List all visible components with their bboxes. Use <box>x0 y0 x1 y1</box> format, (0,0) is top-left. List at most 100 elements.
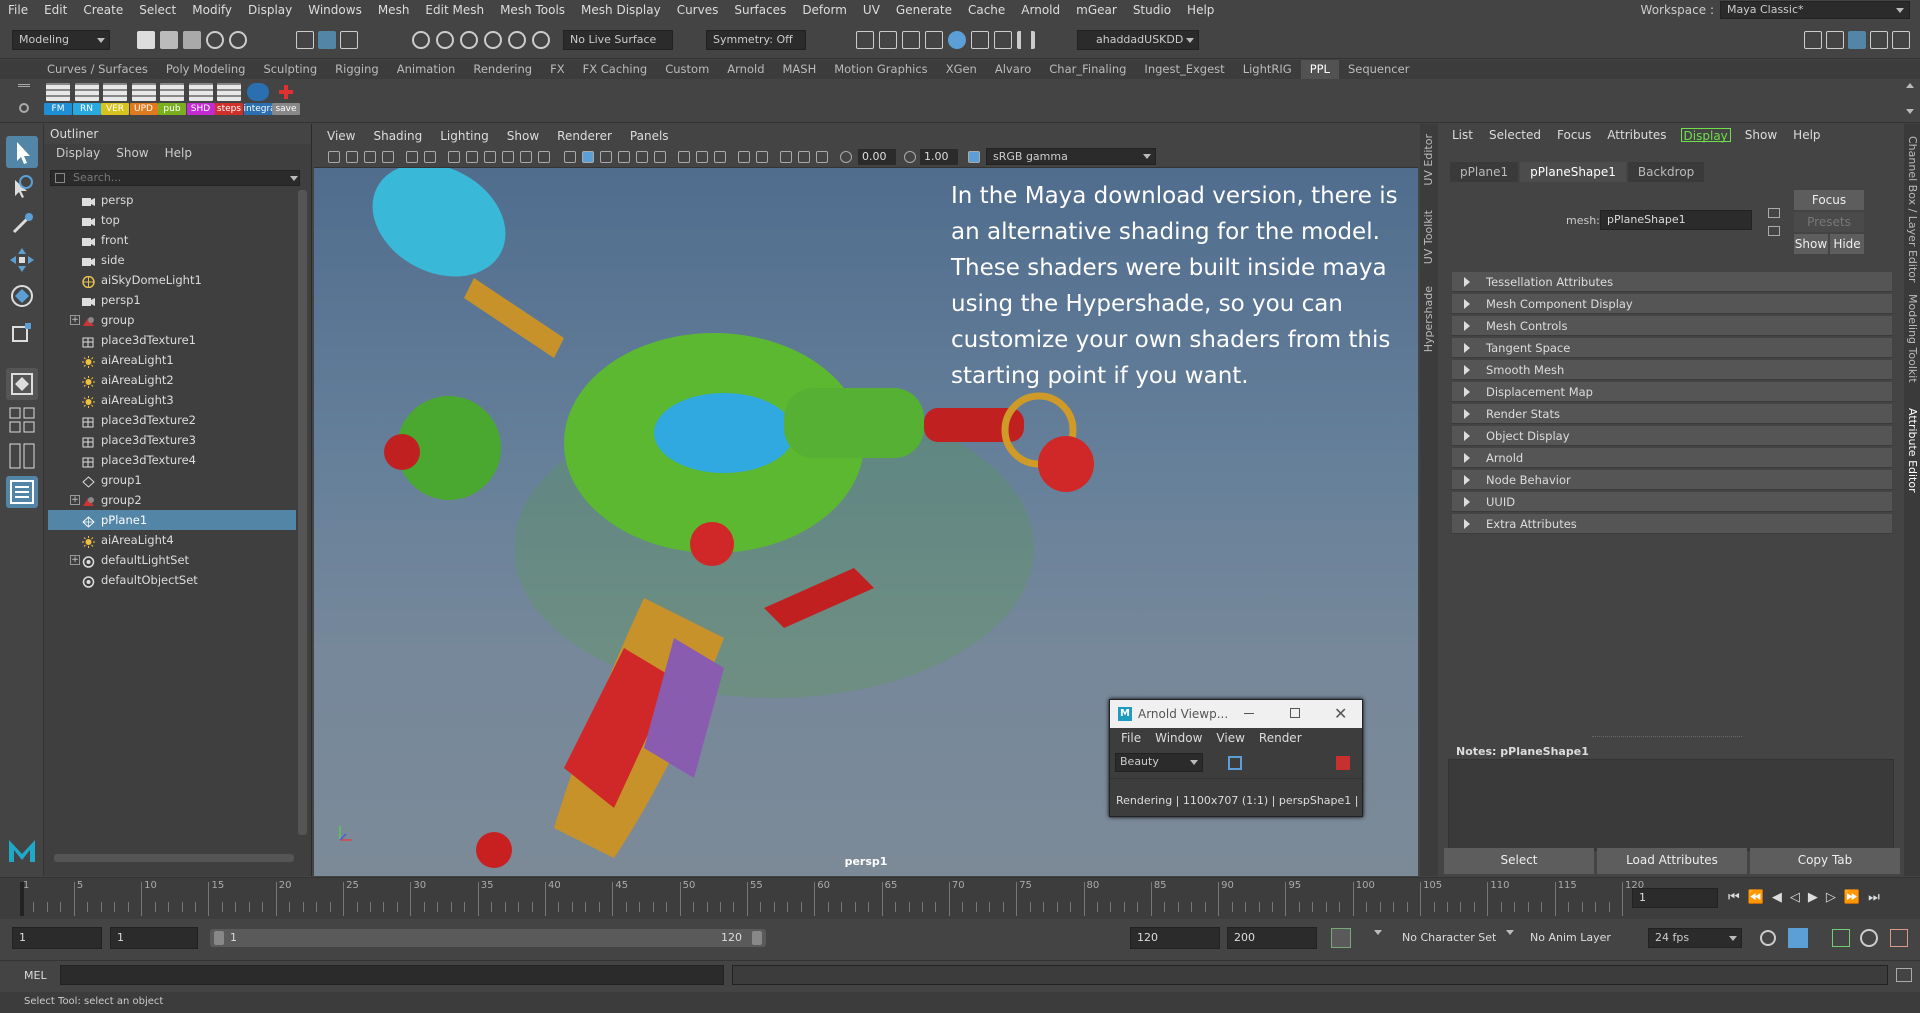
rotate-tool-icon[interactable] <box>6 280 38 312</box>
sound-icon[interactable] <box>1832 929 1850 947</box>
wireframe-on-shaded-icon[interactable] <box>600 151 612 163</box>
outliner-item-place3dtexture2[interactable]: place3dTexture2 <box>48 410 296 430</box>
field-chart-icon[interactable] <box>520 151 532 163</box>
shelf-button-integra[interactable]: integra <box>243 83 276 119</box>
mesh-name-field[interactable]: pPlaneShape1 <box>1600 210 1752 230</box>
time-slider[interactable]: 1 5 10 15 20 25 30 35 40 45 50 55 60 65 70 75 80 85 90 95 10… <box>0 877 1920 919</box>
shelf-button-rn[interactable]: RN <box>72 83 101 119</box>
arnold-render-icon[interactable] <box>994 31 1012 49</box>
two-d-pan-zoom-icon[interactable] <box>406 151 418 163</box>
attribute-editor-toggle-icon[interactable] <box>1848 31 1866 49</box>
menu-surfaces[interactable]: Surfaces <box>726 3 794 17</box>
ae-menu-selected[interactable]: Selected <box>1481 128 1549 142</box>
open-scene-icon[interactable] <box>160 31 178 49</box>
menu-file[interactable]: File <box>0 3 36 17</box>
snap-curve-icon[interactable] <box>436 31 454 49</box>
focus-button[interactable]: Focus <box>1794 190 1864 210</box>
outliner-item-aiskydomelight1[interactable]: aiSkyDomeLight1 <box>48 270 296 290</box>
ae-section-tangent-space[interactable]: Tangent Space <box>1452 338 1892 358</box>
shelf-button-ver[interactable]: VER <box>101 83 129 119</box>
anim-layer-arrow-icon[interactable] <box>1506 930 1514 935</box>
filter-icon[interactable] <box>55 173 65 183</box>
snap-grid-icon[interactable] <box>412 31 430 49</box>
xray-components-icon[interactable] <box>798 151 810 163</box>
shelf-menu-icon[interactable] <box>18 84 30 87</box>
ae-menu-attributes[interactable]: Attributes <box>1599 128 1674 142</box>
minimize-icon[interactable] <box>1244 713 1254 714</box>
arnold-menu-window[interactable]: Window <box>1148 731 1209 747</box>
image-plane-icon[interactable] <box>382 151 394 163</box>
ae-menu-list[interactable]: List <box>1444 128 1481 142</box>
shelf-tab-motion-graphics[interactable]: Motion Graphics <box>825 60 936 79</box>
backface-culling-icon[interactable] <box>816 151 828 163</box>
save-scene-icon[interactable] <box>183 31 201 49</box>
outliner-item-pplane1[interactable]: pPlane1 <box>48 510 296 530</box>
shelf-tab-sculpting[interactable]: Sculpting <box>254 60 326 79</box>
expand-icon[interactable]: + <box>70 315 80 325</box>
ae-section-uuid[interactable]: UUID <box>1452 492 1892 512</box>
arnold-menu-file[interactable]: File <box>1114 731 1148 747</box>
menu-uv[interactable]: UV <box>855 3 888 17</box>
ae-section-smooth-mesh[interactable]: Smooth Mesh <box>1452 360 1892 380</box>
ipr-render-icon[interactable] <box>879 31 897 49</box>
step-back-icon[interactable]: ⏪ <box>1748 890 1772 905</box>
shelf-tab-rigging[interactable]: Rigging <box>326 60 388 79</box>
menu-mesh-display[interactable]: Mesh Display <box>573 3 669 17</box>
viewport-menu-show[interactable]: Show <box>498 129 548 143</box>
gamma-icon[interactable] <box>904 151 916 163</box>
snap-view-icon[interactable] <box>484 31 502 49</box>
safe-action-icon[interactable] <box>538 151 550 163</box>
outliner-search-input[interactable]: Search... <box>50 170 300 186</box>
hypershade-icon[interactable] <box>925 31 943 49</box>
toggle-panel-icon[interactable] <box>1826 31 1844 49</box>
ae-tab-backdrop[interactable]: Backdrop <box>1627 162 1705 182</box>
symmetry-dropdown[interactable]: Symmetry: Off <box>706 30 806 50</box>
shelf-tab-rendering[interactable]: Rendering <box>464 60 541 79</box>
go-to-output-icon[interactable] <box>1768 226 1780 236</box>
mel-label[interactable]: MEL <box>24 969 47 982</box>
menu-mesh[interactable]: Mesh <box>370 3 418 17</box>
use-all-lights-icon[interactable] <box>636 151 648 163</box>
character-set-label[interactable]: No Character Set <box>1402 931 1496 944</box>
render-settings-icon[interactable] <box>902 31 920 49</box>
wireframe-icon[interactable] <box>564 151 576 163</box>
range-start-handle[interactable] <box>214 931 224 945</box>
shelf-tab-sequencer[interactable]: Sequencer <box>1339 60 1418 79</box>
auto-key-icon[interactable] <box>1331 928 1351 948</box>
bookmarks-icon[interactable] <box>364 151 376 163</box>
viewport-menu-lighting[interactable]: Lighting <box>431 129 498 143</box>
range-end-handle[interactable] <box>752 931 762 945</box>
xray-joints-icon[interactable] <box>780 151 792 163</box>
select-tool-icon[interactable] <box>6 136 38 168</box>
shelf-tab-custom[interactable]: Custom <box>656 60 718 79</box>
shelf-tab-poly-modeling[interactable]: Poly Modeling <box>157 60 255 79</box>
isolate-select-icon[interactable] <box>738 151 750 163</box>
gate-mask-icon[interactable] <box>502 151 514 163</box>
select-component-icon[interactable] <box>340 31 358 49</box>
menu-edit-mesh[interactable]: Edit Mesh <box>417 3 492 17</box>
outliner-horizontal-scrollbar[interactable] <box>54 854 294 862</box>
exposure-icon[interactable] <box>840 151 852 163</box>
ae-section-arnold[interactable]: Arnold <box>1452 448 1892 468</box>
shelf-tab-arnold[interactable]: Arnold <box>718 60 773 79</box>
go-to-start-icon[interactable]: ⏮ <box>1728 890 1748 905</box>
menu-edit[interactable]: Edit <box>36 3 75 17</box>
close-icon[interactable]: ✕ <box>1334 704 1347 723</box>
workspace-dropdown[interactable]: Maya Classic* <box>1720 1 1910 19</box>
undo-icon[interactable] <box>206 31 224 49</box>
menu-display[interactable]: Display <box>240 3 300 17</box>
load-attributes-button[interactable]: Load Attributes <box>1597 848 1747 874</box>
anti-aliasing-icon[interactable] <box>714 151 726 163</box>
shelf-tab-lightrig[interactable]: LightRIG <box>1234 60 1301 79</box>
grid-icon[interactable] <box>448 151 460 163</box>
select-hierarchy-icon[interactable] <box>296 31 314 49</box>
shelf-button-fm[interactable]: FM <box>44 83 72 119</box>
menu-mgear[interactable]: mGear <box>1068 3 1125 17</box>
camera-attributes-icon[interactable] <box>346 151 358 163</box>
render-frame-icon[interactable] <box>856 31 874 49</box>
four-view-layout-icon[interactable] <box>6 404 38 436</box>
snap-point-icon[interactable] <box>460 31 478 49</box>
search-options-icon[interactable] <box>290 176 298 181</box>
color-management-icon[interactable] <box>968 151 980 163</box>
new-scene-icon[interactable] <box>137 31 155 49</box>
